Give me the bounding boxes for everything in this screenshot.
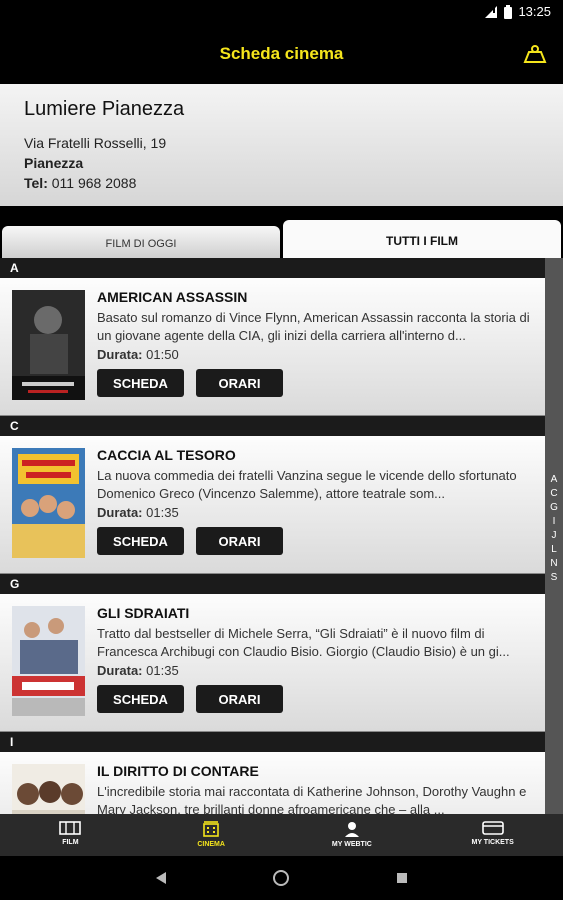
back-icon[interactable] — [155, 871, 167, 885]
home-icon[interactable] — [273, 870, 289, 886]
index-letter-g[interactable]: G — [545, 502, 563, 516]
cinema-city: Pianezza — [24, 155, 84, 171]
index-letter-n[interactable]: N — [545, 558, 563, 572]
film-item-caccia-al-tesoro[interactable]: CACCIA AL TESORO La nuova commedia dei f… — [0, 436, 545, 574]
recents-icon[interactable] — [396, 872, 408, 884]
duration-label: Durata: — [97, 347, 143, 362]
nav-film[interactable]: FILM — [0, 814, 141, 856]
tab-bar: FILM DI OGGI TUTTI I FILM — [0, 206, 563, 258]
film-item-gli-sdraiati[interactable]: GLI SDRAIATI Tratto dal bestseller di Mi… — [0, 594, 545, 732]
cinema-phone[interactable]: Tel: 011 968 2088 — [24, 173, 539, 193]
index-letter-l[interactable]: L — [545, 544, 563, 558]
page-title: Scheda cinema — [219, 44, 344, 63]
film-title: IL DIRITTO DI CONTARE — [97, 763, 259, 779]
index-letter-s[interactable]: S — [545, 572, 563, 586]
film-title: GLI SDRAIATI — [97, 605, 190, 621]
section-header-g: G — [0, 574, 545, 594]
orari-button[interactable]: ORARI — [196, 527, 283, 555]
ticket-icon — [481, 821, 504, 835]
film-icon — [59, 821, 82, 835]
index-spacer — [545, 258, 563, 474]
film-title: AMERICAN ASSASSIN — [97, 289, 248, 305]
film-title: CACCIA AL TESORO — [97, 447, 236, 463]
duration-label: Durata: — [97, 505, 143, 520]
film-item-american-assassin[interactable]: AMERICAN ASSASSIN Basato sul romanzo di … — [0, 278, 545, 416]
section-header-i: I — [0, 732, 545, 752]
poster-american-assassin[interactable] — [12, 290, 85, 400]
signal-icon — [485, 5, 498, 18]
phone-number[interactable]: 011 968 2088 — [52, 175, 137, 191]
orari-button[interactable]: ORARI — [196, 369, 283, 397]
alphabet-index[interactable]: A C G I J L N S — [545, 258, 563, 814]
film-description: Tratto dal bestseller di Michele Serra, … — [97, 626, 510, 659]
poster-caccia-al-tesoro[interactable] — [12, 448, 85, 558]
user-icon — [344, 822, 359, 837]
app-bar: Scheda cinema — [0, 24, 563, 84]
section-header-c: C — [0, 416, 545, 436]
index-letter-i[interactable]: I — [545, 516, 563, 530]
poster-gli-sdraiati[interactable] — [12, 606, 85, 716]
film-duration: Durata: 01:35 — [97, 663, 179, 678]
status-time: 13:25 — [518, 4, 551, 19]
duration-value: 01:50 — [146, 347, 179, 362]
nav-label: FILM — [62, 839, 79, 846]
index-letter-j[interactable]: J — [545, 530, 563, 544]
film-description: L'incredibile storia mai raccontata di K… — [97, 784, 527, 814]
map-icon[interactable] — [523, 42, 547, 66]
tab-tutti-i-film[interactable]: TUTTI I FILM — [283, 220, 561, 258]
film-list[interactable]: A AMERICAN ASSASSIN Basato sul romanzo d… — [0, 258, 545, 814]
film-description: La nuova commedia dei fratelli Vanzina s… — [97, 468, 517, 501]
orari-button[interactable]: ORARI — [196, 685, 283, 713]
scheda-button[interactable]: SCHEDA — [97, 685, 184, 713]
film-duration: Durata: 01:50 — [97, 347, 179, 362]
scheda-button[interactable]: SCHEDA — [97, 369, 184, 397]
index-letter-c[interactable]: C — [545, 488, 563, 502]
phone-label: Tel: — [24, 175, 48, 191]
nav-label: MY WEBTIC — [331, 841, 372, 848]
section-header-a: A — [0, 258, 545, 278]
tab-film-di-oggi[interactable]: FILM DI OGGI — [2, 226, 280, 258]
building-icon — [203, 821, 219, 837]
bottom-nav: FILM CINEMA MY WEBTIC MY TICKETS — [0, 814, 563, 856]
poster-il-diritto-di-contare[interactable] — [12, 764, 85, 814]
nav-label: MY TICKETS — [471, 839, 514, 846]
duration-value: 01:35 — [146, 505, 179, 520]
cinema-name: Lumiere Pianezza — [24, 98, 185, 120]
status-icons: 13:25 — [484, 4, 551, 19]
nav-cinema[interactable]: CINEMA — [141, 814, 282, 856]
battery-icon — [504, 4, 513, 19]
index-letter-a[interactable]: A — [545, 474, 563, 488]
nav-label: CINEMA — [197, 841, 225, 848]
cinema-address: Via Fratelli Rosselli, 19 — [24, 135, 167, 151]
nav-my-webtic[interactable]: MY WEBTIC — [282, 814, 423, 856]
film-description: Basato sul romanzo di Vince Flynn, Ameri… — [97, 310, 530, 343]
film-duration: Durata: 01:35 — [97, 505, 179, 520]
nav-my-tickets[interactable]: MY TICKETS — [422, 814, 563, 856]
scheda-button[interactable]: SCHEDA — [97, 527, 184, 555]
film-item-il-diritto-di-contare[interactable]: IL DIRITTO DI CONTARE L'incredibile stor… — [0, 752, 545, 814]
duration-value: 01:35 — [146, 663, 179, 678]
duration-label: Durata: — [97, 663, 143, 678]
cinema-info: Lumiere Pianezza Via Fratelli Rosselli, … — [0, 84, 563, 206]
system-nav — [0, 856, 563, 900]
status-bar: 13:25 — [0, 0, 563, 24]
